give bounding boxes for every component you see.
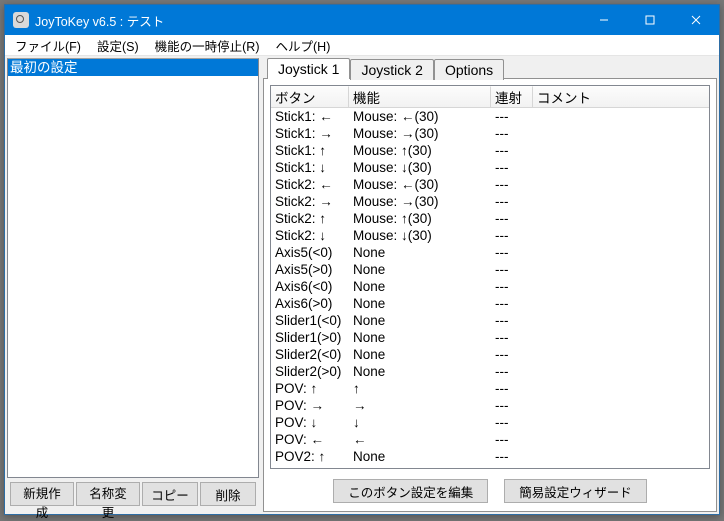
col-function[interactable]: 機能 xyxy=(349,86,491,107)
col-button[interactable]: ボタン xyxy=(271,86,349,107)
client-area: 最初の設定 新規作成 名称変更 コピー 削除 Joystick 1Joystic… xyxy=(5,56,719,514)
app-window: JoyToKey v6.5 : テスト ファイル(F) 設定(S) 機能の一時停… xyxy=(4,4,720,515)
menu-file[interactable]: ファイル(F) xyxy=(7,36,89,55)
maximize-button[interactable] xyxy=(627,5,673,35)
table-row[interactable]: Slider1(>0)None--- xyxy=(271,329,709,346)
menubar: ファイル(F) 設定(S) 機能の一時停止(R) ヘルプ(H) xyxy=(5,35,719,56)
edit-mapping-button[interactable]: このボタン設定を編集 xyxy=(333,479,488,503)
tab-options[interactable]: Options xyxy=(434,59,504,80)
tab-joystick-2[interactable]: Joystick 2 xyxy=(350,59,433,80)
table-row[interactable]: Stick2: →Mouse: →(30)--- xyxy=(271,193,709,210)
table-row[interactable]: Slider2(>0)None--- xyxy=(271,363,709,380)
table-row[interactable]: Stick1: →Mouse: →(30)--- xyxy=(271,125,709,142)
table-row[interactable]: Axis5(<0)None--- xyxy=(271,244,709,261)
profile-buttons: 新規作成 名称変更 コピー 削除 xyxy=(7,478,259,512)
wizard-button[interactable]: 簡易設定ウィザード xyxy=(504,479,647,503)
right-panel: Joystick 1Joystick 2Options ボタン 機能 連射 コメ… xyxy=(263,58,717,512)
table-row[interactable]: POV2: ↑None--- xyxy=(271,448,709,465)
table-row[interactable]: Stick2: ↑Mouse: ↑(30)--- xyxy=(271,210,709,227)
rename-button[interactable]: 名称変更 xyxy=(76,482,140,506)
table-row[interactable]: POV: ←←--- xyxy=(271,431,709,448)
table-row[interactable]: Axis5(>0)None--- xyxy=(271,261,709,278)
left-panel: 最初の設定 新規作成 名称変更 コピー 削除 xyxy=(7,58,259,512)
table-row[interactable]: Axis6(>0)None--- xyxy=(271,295,709,312)
profile-item[interactable]: 最初の設定 xyxy=(8,59,258,76)
table-row[interactable]: POV: →→--- xyxy=(271,397,709,414)
menu-pause[interactable]: 機能の一時停止(R) xyxy=(147,36,268,55)
new-button[interactable]: 新規作成 xyxy=(10,482,74,506)
minimize-button[interactable] xyxy=(581,5,627,35)
menu-help[interactable]: ヘルプ(H) xyxy=(268,36,339,55)
copy-button[interactable]: コピー xyxy=(142,482,198,506)
table-row[interactable]: Stick2: ←Mouse: ←(30)--- xyxy=(271,176,709,193)
tab-strip: Joystick 1Joystick 2Options xyxy=(263,58,717,79)
table-row[interactable]: Stick1: ↓Mouse: ↓(30)--- xyxy=(271,159,709,176)
table-row[interactable]: Stick1: ←Mouse: ←(30)--- xyxy=(271,108,709,125)
table-row[interactable]: Slider2(<0)None--- xyxy=(271,346,709,363)
col-repeat[interactable]: 連射 xyxy=(491,86,533,107)
table-row[interactable]: POV: ↓↓--- xyxy=(271,414,709,431)
col-comment[interactable]: コメント xyxy=(533,86,709,107)
table-header: ボタン 機能 連射 コメント xyxy=(271,86,709,108)
delete-button[interactable]: 削除 xyxy=(200,482,256,506)
close-button[interactable] xyxy=(673,5,719,35)
table-body[interactable]: Stick1: ←Mouse: ←(30)---Stick1: →Mouse: … xyxy=(271,108,709,468)
mapping-table[interactable]: ボタン 機能 連射 コメント Stick1: ←Mouse: ←(30)---S… xyxy=(270,85,710,469)
table-row[interactable]: Stick2: ↓Mouse: ↓(30)--- xyxy=(271,227,709,244)
tab-joystick-1[interactable]: Joystick 1 xyxy=(267,58,350,79)
app-icon xyxy=(13,12,29,28)
window-title: JoyToKey v6.5 : テスト xyxy=(35,11,581,30)
menu-settings[interactable]: 設定(S) xyxy=(89,36,147,55)
titlebar[interactable]: JoyToKey v6.5 : テスト xyxy=(5,5,719,35)
tab-page: ボタン 機能 連射 コメント Stick1: ←Mouse: ←(30)---S… xyxy=(263,78,717,512)
table-row[interactable]: POV: ↑↑--- xyxy=(271,380,709,397)
table-row[interactable]: Axis6(<0)None--- xyxy=(271,278,709,295)
right-buttons: このボタン設定を編集 簡易設定ウィザード xyxy=(264,475,716,511)
table-row[interactable]: Stick1: ↑Mouse: ↑(30)--- xyxy=(271,142,709,159)
table-row[interactable]: Slider1(<0)None--- xyxy=(271,312,709,329)
profile-list[interactable]: 最初の設定 xyxy=(7,58,259,478)
